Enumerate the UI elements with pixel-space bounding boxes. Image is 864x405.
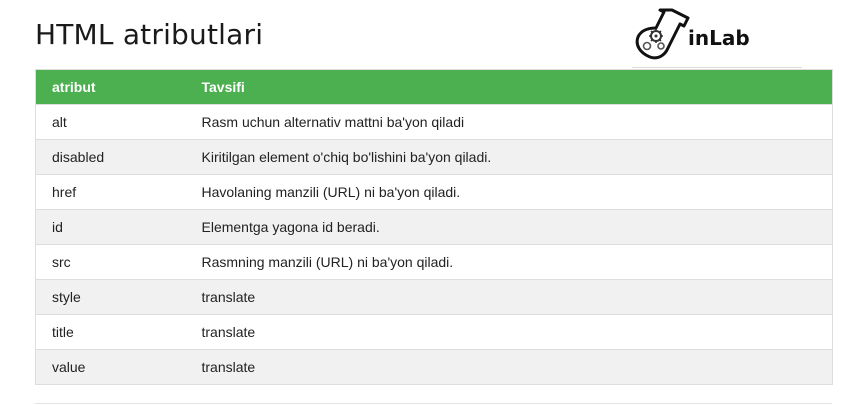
column-header-attribute: atribut	[35, 69, 186, 105]
description-cell: Rasmning manzili (URL) ni ba'yon qiladi.	[185, 244, 833, 280]
attribute-cell: alt	[35, 104, 186, 140]
table-row: src Rasmning manzili (URL) ni ba'yon qil…	[35, 244, 833, 280]
table-header-row: atribut Tavsifi	[35, 69, 833, 105]
table-row: value translate	[35, 349, 833, 385]
column-header-description: Tavsifi	[185, 69, 833, 105]
page-title: HTML atributlari	[35, 18, 264, 51]
attribute-cell: href	[35, 174, 186, 210]
bottom-divider	[35, 403, 832, 404]
description-cell: Havolaning manzili (URL) ni ba'yon qilad…	[185, 174, 833, 210]
attribute-cell: style	[35, 279, 186, 315]
description-cell: Rasm uchun alternativ mattni ba'yon qila…	[185, 104, 833, 140]
attributes-table: atribut Tavsifi alt Rasm uchun alternati…	[35, 69, 833, 385]
attribute-cell: id	[35, 209, 186, 245]
table-row: id Elementga yagona id beradi.	[35, 209, 833, 245]
table-row: alt Rasm uchun alternativ mattni ba'yon …	[35, 104, 833, 140]
attribute-cell: value	[35, 349, 186, 385]
logo-divider	[632, 67, 802, 68]
flask-gears-icon	[635, 8, 690, 60]
attribute-cell: src	[35, 244, 186, 280]
logo-text: inLab	[688, 26, 750, 50]
inlab-logo: inLab	[632, 6, 802, 68]
table-row: title translate	[35, 314, 833, 350]
description-cell: translate	[185, 314, 833, 350]
attribute-cell: disabled	[35, 139, 186, 175]
description-cell: translate	[185, 349, 833, 385]
description-cell: Kiritilgan element o'chiq bo'lishini ba'…	[185, 139, 833, 175]
description-cell: translate	[185, 279, 833, 315]
table-row: href Havolaning manzili (URL) ni ba'yon …	[35, 174, 833, 210]
attribute-cell: title	[35, 314, 186, 350]
description-cell: Elementga yagona id beradi.	[185, 209, 833, 245]
table-row: disabled Kiritilgan element o'chiq bo'li…	[35, 139, 833, 175]
table-row: style translate	[35, 279, 833, 315]
